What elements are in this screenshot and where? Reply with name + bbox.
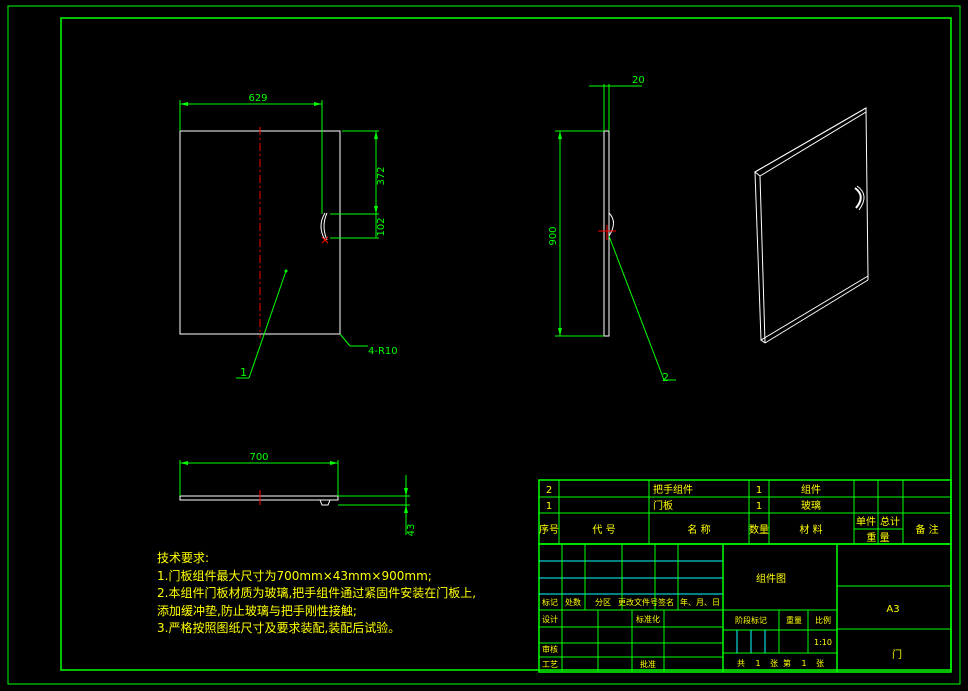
door-edge [760,339,766,344]
tb-label-zone: 分区 [595,598,611,607]
dim-arrow [558,131,562,139]
dim-arrow [404,488,408,496]
bom-row-qty: 1 [756,485,762,496]
balloon-2: 2 [662,371,669,384]
notes-line: 3.严格按照图纸尺寸及要求装配,装配后试验。 [157,621,401,635]
handle-side-outline [608,212,614,237]
bom-row-no: 2 [546,485,552,496]
technical-requirements: 技术要求: 1.门板组件最大尺寸为700mm×43mm×900mm; 2.本组件… [157,550,476,638]
notes-line: 添加缓冲垫,防止玻璃与把手刚性接触; [157,603,357,618]
tb-total-value: 1 [755,659,760,668]
tb-scale: 1:10 [814,638,832,647]
dim-900: 900 [548,226,559,245]
leader-line [339,333,351,347]
bom-row-material: 玻璃 [801,499,821,512]
bottom-view: 700 43 [179,452,417,537]
notes-title: 技术要求: [157,551,210,565]
tb-label-count: 处数 [565,597,581,607]
tb-sheet-size: A3 [886,604,899,615]
tb-label-review: 审核 [542,644,558,654]
bom-row-no: 1 [546,501,552,512]
bom-header-no: 序号 [539,523,559,536]
handle-iso [854,187,862,209]
bom-row-name: 门板 [653,499,673,512]
dim-arrow [374,131,378,139]
dim-arrow [330,461,338,465]
tb-label-standardize: 标准化 [636,614,660,624]
leader-line [608,235,665,381]
dim-arrow [180,461,188,465]
tb-drawing-name: 组件图 [756,572,786,585]
dim-arrow [314,102,322,106]
dim-372: 372 [376,166,387,185]
bom-header-unit: 单件 [856,516,876,528]
bom-header-qty: 数量 [749,523,769,536]
door-bottom-outline [179,495,339,501]
bom-row-name: 把手组件 [653,483,693,496]
outer-frame [7,5,961,685]
door-face [754,107,869,341]
bom-header-remark: 备 注 [915,523,938,536]
cad-drawing: 629 372 102 4-R10 1 20 900 2 700 43 2 把手… [7,5,961,685]
dim-arrow [404,505,408,513]
notes-line: 1.门板组件最大尺寸为700mm×43mm×900mm; [157,568,432,583]
tb-label-mark: 标记 [542,597,558,607]
dim-102: 102 [376,217,387,236]
bom-header-material: 材 料 [799,523,822,536]
tb-label-change-doc: 更改文件号 [618,597,658,607]
side-view: 20 900 2 [548,75,676,384]
tb-label-date: 年、月、日 [680,597,720,607]
dim-width-629: 629 [248,93,267,104]
tb-label-stage-mark: 阶段标记 [735,615,767,625]
bom-header-code: 代 号 [592,524,615,536]
dim-20: 20 [632,75,645,86]
dim-arrow [374,206,378,214]
tb-part-name: 门 [892,648,902,661]
tb-label-sheets-unit: 张 [770,659,778,668]
tb-sheet-value: 1 [801,659,806,668]
notes-line: 2.本组件门板材质为玻璃,把手组件通过紧固件安装在门板上, [157,586,477,600]
dim-43: 43 [406,524,417,537]
handle-outline-inner [323,212,328,241]
tb-label-total: 共 [737,659,745,668]
bom-header-name: 名 称 [687,523,710,536]
tb-label-sign: 签名 [658,597,674,607]
balloon-1: 1 [240,366,247,379]
isometric-view [754,107,869,344]
tb-label-approve: 批准 [640,659,656,669]
door-edge [764,279,869,344]
tb-label-ratio: 比例 [815,615,831,625]
bom-header-total: 总计 [880,515,900,528]
dim-arrow [558,328,562,336]
bom-row-qty: 1 [756,501,762,512]
tb-label-design: 设计 [542,614,558,624]
tb-label-sheet-unit: 张 [816,659,824,668]
door-edge [754,107,867,177]
tb-label-process: 工艺 [542,660,558,669]
dim-700: 700 [249,452,268,463]
dim-arrow [180,102,188,106]
corner-radius-note: 4-R10 [368,346,398,357]
handle-bottom [319,499,331,506]
bom-header-weight: 重 量 [866,531,889,544]
tb-label-weight: 重量 [786,615,802,625]
front-view: 629 372 102 4-R10 1 [179,93,398,379]
tb-label-sheet-no: 第 [783,658,791,668]
leader-line [248,270,287,379]
bom-row-material: 组件 [801,483,821,496]
door-edge [759,175,766,344]
